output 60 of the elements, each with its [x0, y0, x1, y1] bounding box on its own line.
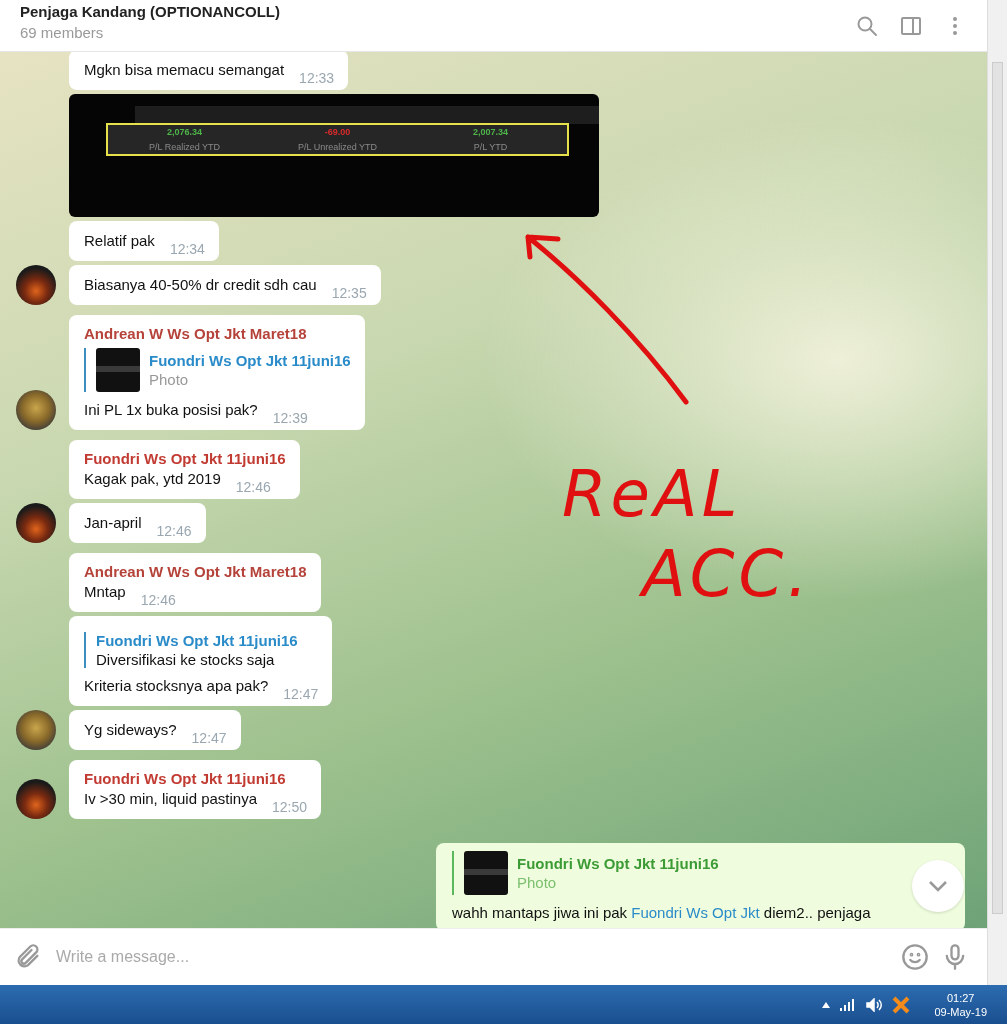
reply-quote[interactable]: Fuondri Ws Opt Jkt 11juni16 Photo [84, 348, 351, 392]
photo-thumbnail [96, 348, 140, 392]
chat-title: Penjaga Kandang (OPTIONANCOLL) [20, 2, 281, 20]
sender-name[interactable]: Andrean W Ws Opt Jkt Maret18 [84, 325, 351, 342]
reply-text: Diversifikasi ke stocks saja [96, 651, 276, 668]
antivirus-icon[interactable] [892, 995, 911, 1014]
stat-value: 2,007.34 [472, 127, 508, 137]
sender-name[interactable]: Fuondri Ws Opt Jkt 11juni16 [84, 770, 308, 787]
message-time: 12:50 [272, 799, 308, 815]
tray-arrow-icon[interactable] [822, 1001, 831, 1008]
window-scrollbar[interactable] [987, 0, 1007, 985]
message-text: wahh mantaps jiwa ini pak Fuondri Ws Opt Jkt diem2.. penjaga [452, 904, 871, 921]
message-text: Iv >30 min, liquid pastinya [84, 789, 257, 809]
reply-text: Photo [149, 371, 190, 388]
message-text: Yg sideways? [84, 720, 177, 740]
reply-author: Fuondri Ws Opt Jkt 11juni16 [149, 352, 351, 369]
sender-name[interactable]: Fuondri Ws Opt Jkt 11juni16 [84, 450, 286, 467]
reply-author: Fuondri Ws Opt Jkt 11juni16 [517, 855, 719, 872]
clock-time[interactable]: 01:27 [946, 991, 975, 1004]
handwritten-annotation: ReAL [562, 457, 742, 531]
photo-thumbnail [464, 851, 508, 895]
speaker-icon[interactable] [866, 997, 883, 1012]
message-time: 12:33 [299, 70, 335, 86]
message-text: Mntap [84, 582, 126, 602]
reply-quote[interactable]: Fuondri Ws Opt Jkt 11juni16 Photo [452, 851, 719, 895]
stat-label: P/L Realized YTD [148, 142, 220, 152]
stat-label: P/L YTD [473, 142, 508, 152]
message-time: 12:46 [156, 523, 192, 539]
clock-date[interactable]: 09-May-19 [934, 1005, 987, 1018]
message-time: 12:39 [272, 410, 308, 426]
message-time: 12:47 [191, 730, 227, 746]
message-text: Ini PL 1x buka posisi pak? [84, 400, 258, 420]
reply-quote[interactable]: Fuondri Ws Opt Jkt 11juni16 Diversifikasi ke stocks saja [84, 632, 298, 668]
avatar[interactable] [16, 503, 56, 543]
member-count: 69 members [20, 23, 105, 41]
sender-name[interactable]: Andrean W Ws Opt Jkt Maret18 [84, 563, 307, 580]
stat-label: P/L Unrealized YTD [297, 142, 377, 152]
avatar[interactable] [16, 779, 56, 819]
reply-author: Fuondri Ws Opt Jkt 11juni16 [96, 632, 298, 649]
reply-text: Photo [517, 874, 558, 891]
avatar[interactable] [16, 390, 56, 430]
message-text: Kriteria stocksnya apa pak? [84, 676, 269, 696]
avatar[interactable] [16, 265, 56, 305]
message-time: 12:46 [235, 479, 271, 495]
mention-link[interactable]: Fuondri Ws Opt Jkt [631, 904, 760, 921]
emoji-icon[interactable] [901, 943, 929, 971]
message-text: Kagak pak, ytd 2019 [84, 469, 221, 489]
message-text: Biasanya 40-50% dr credit sdh cau [84, 275, 317, 295]
message-text: Jan-april [84, 513, 142, 533]
message-time: 12:46 [140, 592, 176, 608]
message-time: 12:35 [331, 285, 367, 301]
screenshot-photo[interactable]: 2,076.34 P/L Realized YTD -69.00 P/L Unrealized YTD 2,007.34 P/L YTD [69, 94, 599, 217]
message-time: 12:34 [169, 241, 205, 257]
stat-value: 2,076.34 [166, 127, 202, 137]
chevron-down-icon [928, 880, 948, 892]
stat-value: -69.00 [324, 127, 351, 137]
message-text: Relatif pak [84, 231, 155, 251]
message-time: 12:47 [283, 686, 319, 702]
message-text: Mgkn bisa memacu semangat [84, 60, 285, 80]
signal-icon[interactable] [840, 998, 857, 1011]
